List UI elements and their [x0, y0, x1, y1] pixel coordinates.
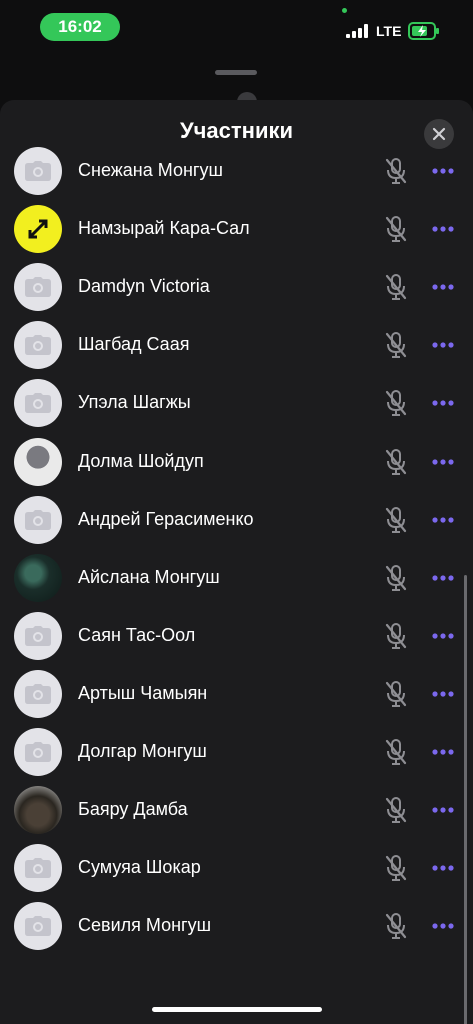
more-options-icon[interactable] [431, 455, 455, 469]
mic-muted-icon [385, 564, 407, 591]
avatar-photo [14, 553, 62, 602]
participant-name: Снежана Монгуш [78, 160, 223, 180]
signal-icon [346, 24, 368, 38]
status-bar: 16:02 LTE [0, 0, 473, 60]
participant-row[interactable]: Долгар Монгуш [0, 723, 473, 781]
mic-muted-icon [385, 390, 407, 417]
participant-row[interactable]: Намзырай Кара-Сал [0, 200, 473, 258]
status-time[interactable]: 16:02 [40, 13, 120, 41]
screen: 16:02 LTE Снежана Монгуш Намзырай Кара-Са… [0, 0, 473, 1024]
camera-icon [25, 683, 51, 704]
participant-name: Саян Тас-Оол [78, 624, 196, 645]
avatar [14, 321, 62, 370]
participant-row[interactable]: Шагбад Саая [0, 316, 473, 374]
camera-icon [25, 858, 51, 879]
participant-list[interactable]: Снежана Монгуш Намзырай Кара-Сал Damdyn Vi… [0, 100, 473, 1024]
more-options-icon[interactable] [431, 222, 455, 236]
participant-name: Севиля Монгуш [78, 915, 212, 936]
more-options-icon[interactable] [431, 571, 455, 585]
mic-muted-icon [385, 797, 407, 824]
more-options-icon[interactable] [431, 338, 455, 352]
more-options-icon[interactable] [431, 280, 455, 294]
close-button[interactable] [424, 119, 454, 149]
network-type: LTE [376, 23, 402, 39]
arrow-logo-icon [28, 219, 48, 239]
more-options-icon[interactable] [431, 164, 455, 178]
avatar [14, 263, 62, 312]
participant-name: Айслана Монгуш [78, 566, 220, 587]
camera-icon [25, 509, 51, 530]
camera-icon [25, 335, 51, 356]
mic-muted-icon [385, 680, 407, 707]
participant-row[interactable]: Севиля Монгуш [0, 897, 473, 955]
more-options-icon[interactable] [431, 396, 455, 410]
mic-muted-icon [385, 448, 407, 475]
participant-name: Баяру Дамба [78, 799, 188, 820]
home-indicator[interactable] [152, 1007, 322, 1012]
more-options-icon[interactable] [431, 745, 455, 759]
camera-icon [25, 277, 51, 298]
participant-name: Долгар Монгуш [78, 741, 207, 761]
mic-muted-icon [385, 274, 407, 301]
participants-sheet: Снежана Монгуш Намзырай Кара-Сал Damdyn Vi… [0, 100, 473, 1024]
mic-muted-icon [385, 332, 407, 359]
participant-row[interactable]: Долма Шойдуп [0, 433, 473, 491]
camera-icon [25, 393, 51, 414]
close-icon [432, 127, 446, 141]
mic-muted-icon [385, 158, 407, 184]
mic-muted-icon [385, 739, 407, 765]
more-options-icon[interactable] [431, 919, 455, 933]
participant-row[interactable]: Саян Тас-Оол [0, 607, 473, 665]
participant-row[interactable]: Упэла Шагжы [0, 374, 473, 432]
participant-row[interactable]: Снежана Монгуш [0, 142, 473, 200]
avatar [14, 379, 62, 428]
avatar-photo [14, 786, 62, 835]
mic-muted-icon [385, 855, 407, 882]
participant-row[interactable]: Сумуяа Шокар [0, 839, 473, 897]
avatar [14, 728, 62, 776]
mic-muted-icon [385, 622, 407, 649]
camera-icon [25, 916, 51, 937]
participant-row[interactable]: Андрей Герасименко [0, 491, 473, 549]
avatar [14, 844, 62, 893]
camera-icon [25, 161, 51, 181]
sheet-title: Участники [179, 118, 294, 143]
mic-muted-icon [385, 913, 407, 940]
more-options-icon[interactable] [431, 861, 455, 875]
more-options-icon[interactable] [431, 629, 455, 643]
background-sheet-handle [215, 70, 257, 75]
avatar [14, 669, 62, 718]
mic-muted-icon [385, 216, 407, 243]
more-options-icon[interactable] [431, 513, 455, 527]
participant-name: Долма Шойдуп [78, 450, 204, 471]
avatar-photo [14, 205, 62, 254]
participant-name: Damdyn Victoria [78, 276, 210, 297]
participant-name: Упэла Шагжы [78, 392, 191, 413]
privacy-indicator-dot [342, 8, 347, 13]
participant-name: Шагбад Саая [78, 334, 190, 355]
avatar [14, 495, 62, 544]
participant-row[interactable]: Айслана Монгуш [0, 549, 473, 607]
mic-muted-icon [385, 506, 407, 533]
more-options-icon[interactable] [431, 687, 455, 701]
avatar [14, 902, 62, 951]
participant-name: Андрей Герасименко [78, 508, 254, 529]
camera-icon [25, 625, 51, 646]
battery-charging-icon [408, 22, 439, 40]
participant-name: Намзырай Кара-Сал [78, 218, 250, 239]
scrollbar[interactable] [464, 575, 467, 1024]
participant-row[interactable]: Damdyn Victoria [0, 258, 473, 316]
camera-icon [25, 742, 51, 762]
avatar-photo [14, 437, 62, 486]
avatar [14, 147, 62, 195]
avatar [14, 611, 62, 660]
more-options-icon[interactable] [431, 803, 455, 817]
participant-row[interactable]: Баяру Дамба [0, 781, 473, 839]
participant-name: Сумуяа Шокар [78, 857, 201, 878]
participant-name: Артыш Чамыян [78, 682, 208, 703]
participant-row[interactable]: Артыш Чамыян [0, 665, 473, 723]
